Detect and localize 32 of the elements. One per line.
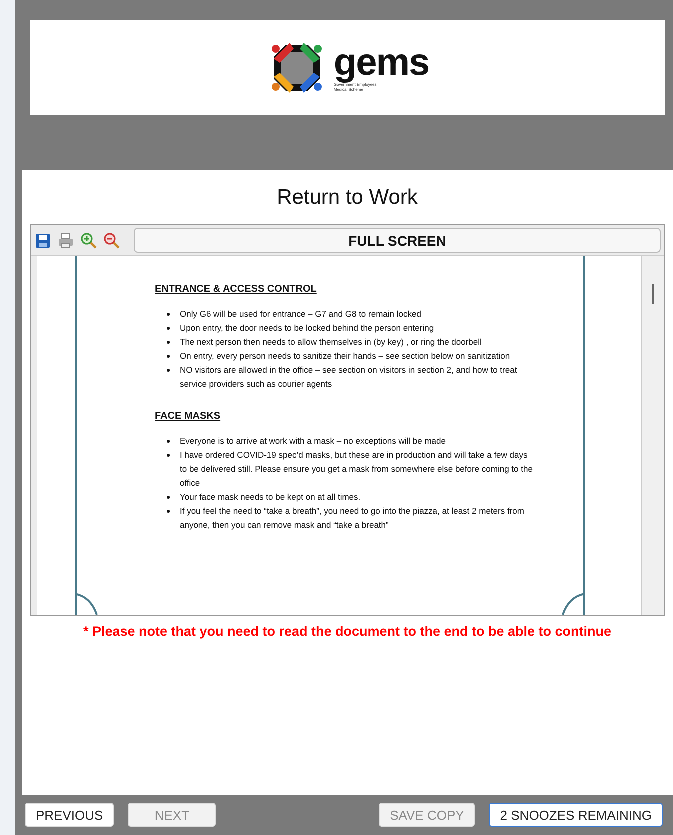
bullet-icon	[167, 369, 170, 372]
bullet-text: I have ordered COVID-19 spec’d masks, but these are in production and will take a few days to be delivered still. Please ensure you get a mask from somewhere else before coming to the office	[180, 449, 534, 490]
bullet-text: The next person then needs to allow themselves in (by key) , or ring the doorbell	[180, 336, 482, 349]
section-heading: FACE MASKS	[155, 411, 222, 422]
page-title: Return to Work	[277, 186, 418, 210]
bullet-text: If you feel the need to “take a breath”, you need to go into the piazza, at least 2 meters from anyone, then you can remove mask and “take a breath”	[180, 505, 526, 532]
save-icon[interactable]	[34, 232, 52, 250]
bullet-icon	[167, 355, 170, 358]
bullet-text: Only G6 will be used for entrance – G7 and G8 to remain locked	[180, 308, 422, 321]
bullet-icon	[167, 341, 170, 344]
notice-text: * Please note that you need to read the document to the end to be able to continue	[83, 624, 612, 639]
bullet-text: Your face mask needs to be kept on at all times.	[180, 491, 361, 504]
bullet-text: Upon entry, the door needs to be locked behind the person entering	[180, 322, 434, 335]
full-screen-button[interactable]: FULL SCREEN	[134, 228, 661, 253]
bullet-icon	[167, 327, 170, 330]
scrollbar-thumb[interactable]	[652, 284, 654, 304]
scrollbar[interactable]	[641, 256, 664, 615]
bullet-icon	[167, 440, 170, 443]
zoom-in-icon[interactable]	[80, 232, 98, 250]
bullet-icon	[167, 510, 170, 513]
bullet-icon	[167, 454, 170, 457]
section-heading: ENTRANCE & ACCESS CONTROL	[155, 284, 318, 295]
bullet-text: NO visitors are allowed in the office – see section on visitors in section 2, and how to treat service providers such as courier agents	[180, 364, 518, 391]
nav-button[interactable]: PREVIOUS	[25, 803, 114, 827]
print-icon[interactable]	[57, 232, 75, 250]
nav-button[interactable]: 2 SNOOZES REMAINING	[489, 803, 663, 827]
bullet-text: Everyone is to arrive at work with a mask – no exceptions will be made	[180, 435, 446, 448]
bullet-icon	[167, 313, 170, 316]
zoom-out-icon[interactable]	[103, 232, 121, 250]
bullet-icon	[167, 496, 170, 499]
logo-wordmark: gems	[334, 42, 430, 84]
bullet-text: On entry, every person needs to sanitize their hands – see section below on sanitization	[180, 350, 510, 363]
